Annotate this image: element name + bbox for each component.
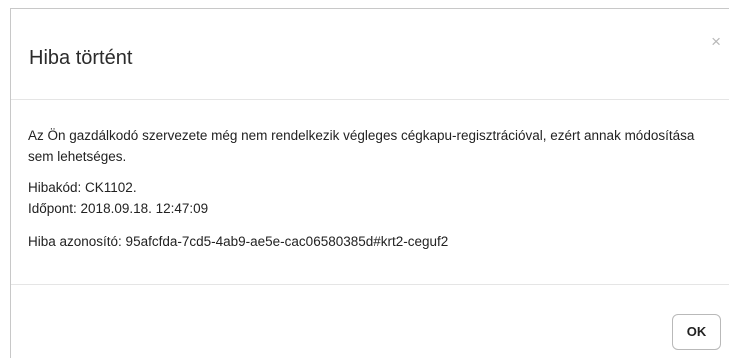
error-message: Az Ön gazdálkodó szervezete még nem rend… bbox=[28, 128, 695, 164]
dialog-title: Hiba történt bbox=[29, 47, 133, 69]
error-code: Hibakód: CK1102. bbox=[28, 180, 137, 195]
dialog-footer: OK bbox=[11, 284, 729, 360]
close-icon[interactable]: × bbox=[711, 33, 721, 50]
error-identifier: Hiba azonosító: 95afcfda-7cd5-4ab9-ae5e-… bbox=[28, 234, 449, 249]
ok-button[interactable]: OK bbox=[672, 314, 721, 350]
error-dialog: Hiba történt × Az Ön gazdálkodó szerveze… bbox=[10, 8, 729, 358]
dialog-header: Hiba történt × bbox=[11, 9, 729, 100]
error-timestamp: Időpont: 2018.09.18. 12:47:09 bbox=[28, 201, 209, 216]
dialog-body: Az Ön gazdálkodó szervezete még nem rend… bbox=[28, 125, 721, 252]
